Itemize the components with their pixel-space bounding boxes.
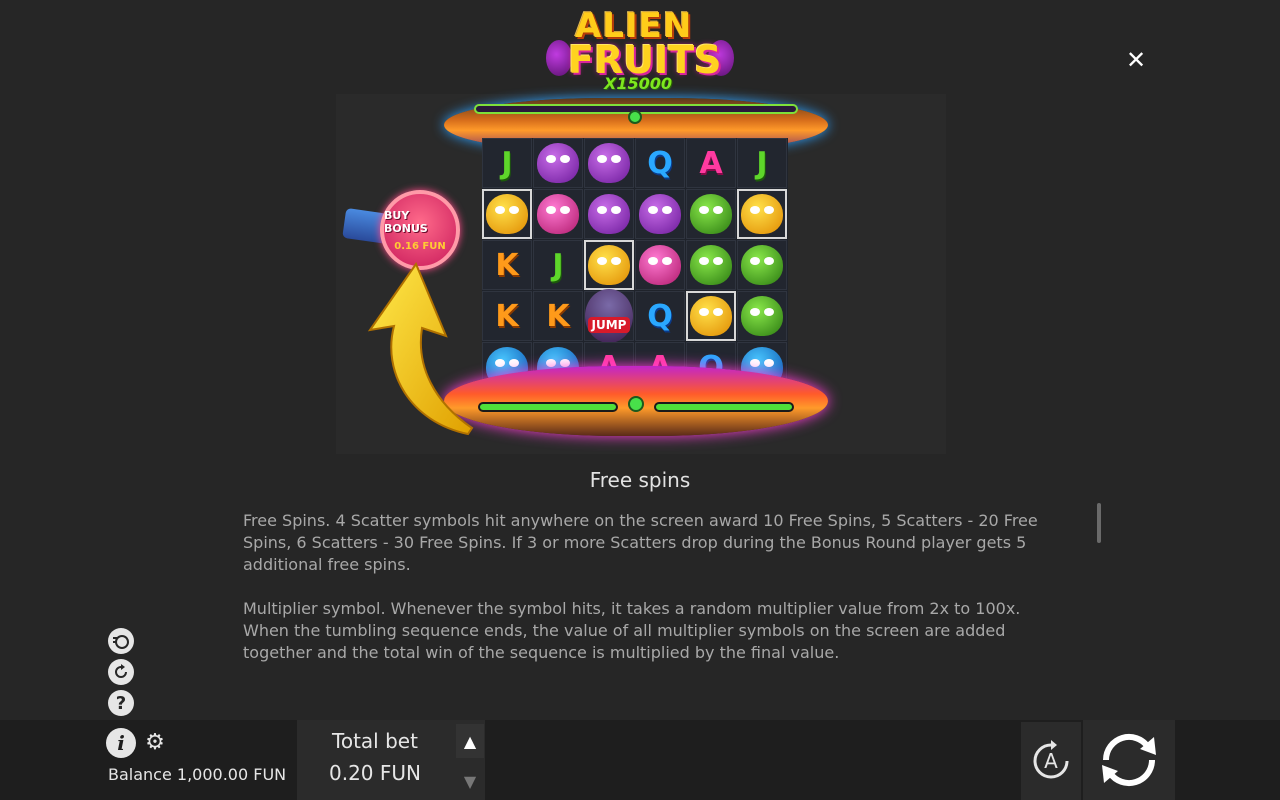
ufo-top-gem bbox=[628, 110, 642, 124]
bet-increase-button[interactable]: ▲ bbox=[456, 724, 484, 758]
reel-cell: A bbox=[686, 138, 736, 188]
purple-alien-fruit-icon bbox=[639, 194, 681, 234]
reel-grid: JQAJKJKKJUMPQAAQ bbox=[482, 138, 788, 392]
speed-icon bbox=[113, 635, 129, 649]
symbol-k-icon: K bbox=[495, 247, 519, 283]
game-illustration: JQAJKJKKJUMPQAAQ BUY BONUS 0.16 FUN bbox=[336, 94, 946, 454]
reel-cell bbox=[737, 240, 787, 290]
buy-bonus-price: 0.16 FUN bbox=[394, 240, 446, 252]
symbol-j-icon: J bbox=[501, 145, 513, 181]
reel-cell bbox=[635, 240, 685, 290]
ufo-bottom-gem bbox=[628, 396, 644, 412]
reel-cell: J bbox=[737, 138, 787, 188]
purple-alien-fruit-icon bbox=[588, 143, 630, 183]
rules-paragraph-multiplier: Multiplier symbol. Whenever the symbol h… bbox=[243, 599, 1021, 662]
purple-alien-fruit-icon bbox=[588, 194, 630, 234]
autoplay-label: A bbox=[1044, 749, 1058, 773]
ufo-bottom-frame bbox=[444, 366, 828, 436]
reel-cell bbox=[686, 189, 736, 239]
symbol-a-icon: A bbox=[699, 145, 723, 181]
game-rules-screen: ALIEN FRUITS X15000 ✕ JQAJKJKKJUMPQAAQ B… bbox=[0, 0, 1280, 800]
symbol-q-icon: Q bbox=[647, 298, 673, 334]
green-alien-fruit-icon bbox=[690, 194, 732, 234]
spin-button[interactable] bbox=[1083, 720, 1175, 800]
game-logo: ALIEN FRUITS X15000 bbox=[540, 6, 740, 98]
symbol-j-icon: J bbox=[756, 145, 768, 181]
autoplay-icon: A bbox=[1033, 740, 1069, 779]
symbol-k-icon: K bbox=[495, 298, 519, 334]
green-alien-fruit-icon bbox=[741, 296, 783, 336]
settings-gear-icon[interactable]: ⚙ bbox=[143, 731, 167, 755]
pink-alien-fruit-icon bbox=[537, 194, 579, 234]
logo-multiplier: X15000 bbox=[604, 74, 672, 93]
yellow-alien-fruit-icon bbox=[486, 194, 528, 234]
reel-cell: JUMP bbox=[584, 289, 634, 343]
reel-cell bbox=[635, 189, 685, 239]
reel-cell: K bbox=[533, 291, 583, 341]
green-alien-fruit-icon bbox=[741, 245, 783, 285]
jump-label: JUMP bbox=[587, 317, 631, 333]
yellow-alien-fruit-icon bbox=[741, 194, 783, 234]
reel-cell bbox=[584, 240, 634, 290]
yellow-alien-fruit-icon bbox=[690, 296, 732, 336]
symbol-k-icon: K bbox=[546, 298, 570, 334]
autoplay-button[interactable]: A bbox=[1021, 722, 1081, 800]
reel-cell bbox=[482, 189, 532, 239]
yellow-alien-fruit-icon bbox=[588, 245, 630, 285]
buy-bonus-badge: BUY BONUS 0.16 FUN bbox=[380, 190, 460, 270]
reel-cell bbox=[584, 138, 634, 188]
turbo-spin-icon[interactable] bbox=[108, 628, 134, 654]
spin-icon bbox=[1102, 733, 1156, 787]
arrow-up-icon bbox=[367, 262, 474, 436]
info-button[interactable]: i bbox=[106, 728, 136, 758]
section-title: Free spins bbox=[589, 468, 691, 492]
refresh-icon bbox=[115, 664, 127, 678]
reel-cell: J bbox=[482, 138, 532, 188]
reel-cell: J bbox=[533, 240, 583, 290]
reel-cell: Q bbox=[635, 138, 685, 188]
scrollbar-thumb[interactable] bbox=[1097, 503, 1101, 543]
jump-scatter-icon: JUMP bbox=[585, 289, 633, 343]
quick-spin-icon[interactable] bbox=[108, 659, 134, 685]
balance-display: Balance 1,000.00 FUN bbox=[108, 765, 287, 784]
ufo-bottom-rail-left bbox=[478, 402, 618, 412]
reel-cell bbox=[533, 138, 583, 188]
reel-cell bbox=[686, 291, 736, 341]
symbol-q-icon: Q bbox=[647, 145, 673, 181]
help-button[interactable]: ? bbox=[108, 690, 134, 716]
ufo-bottom-rail-right bbox=[654, 402, 794, 412]
reel-cell: K bbox=[482, 291, 532, 341]
rules-text: Free Spins. 4 Scatter symbols hit anywhe… bbox=[243, 510, 1043, 664]
symbol-j-icon: J bbox=[552, 247, 564, 283]
bet-decrease-button[interactable]: ▼ bbox=[456, 764, 484, 798]
reel-cell bbox=[686, 240, 736, 290]
pink-alien-fruit-icon bbox=[639, 245, 681, 285]
buy-bonus-label: BUY BONUS bbox=[384, 208, 428, 235]
rules-paragraph-free-spins: Free Spins. 4 Scatter symbols hit anywhe… bbox=[243, 511, 1038, 574]
reel-cell bbox=[737, 291, 787, 341]
total-bet-value: 0.20 FUN bbox=[329, 761, 421, 785]
reel-cell: Q bbox=[635, 291, 685, 341]
reel-cell bbox=[533, 189, 583, 239]
close-button[interactable]: ✕ bbox=[1124, 48, 1148, 72]
green-alien-fruit-icon bbox=[690, 245, 732, 285]
reel-cell bbox=[737, 189, 787, 239]
total-bet-label: Total bet bbox=[332, 729, 418, 753]
reel-cell: K bbox=[482, 240, 532, 290]
reel-cell bbox=[584, 189, 634, 239]
purple-alien-fruit-icon bbox=[537, 143, 579, 183]
